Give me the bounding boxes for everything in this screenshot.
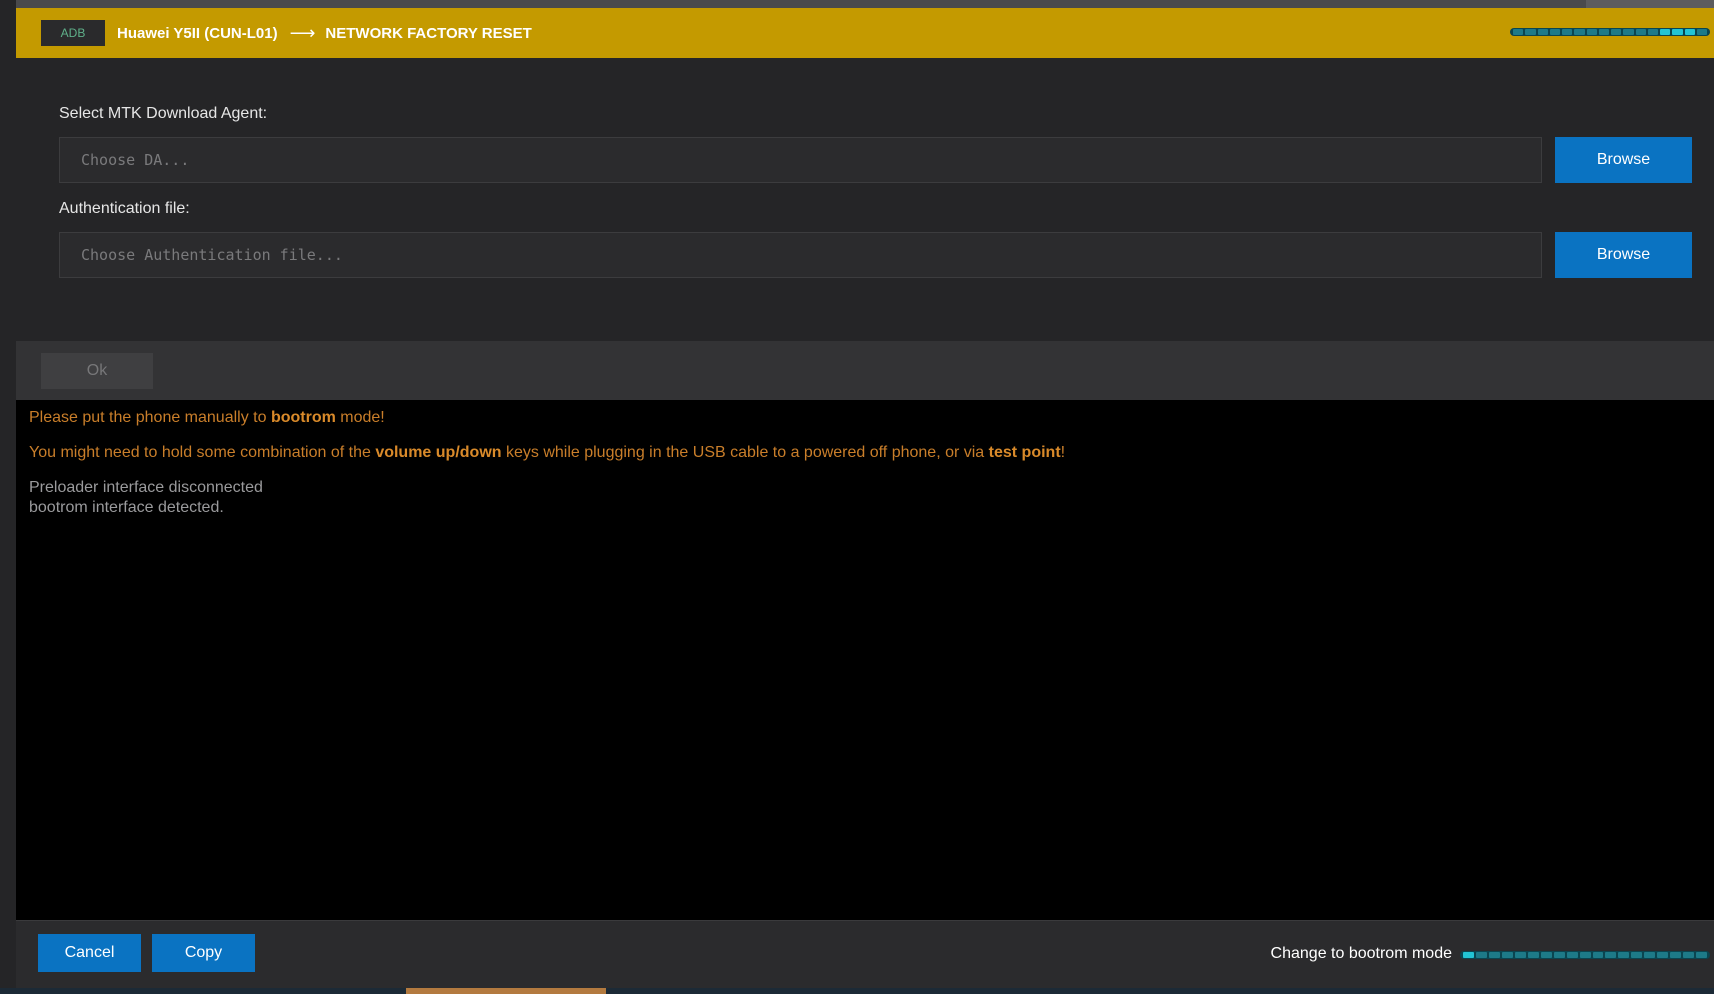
progress-segment [1618, 952, 1630, 958]
progress-segment [1635, 29, 1646, 35]
log-console: Please put the phone manually to bootrom… [16, 400, 1714, 920]
progress-segment [1660, 29, 1671, 35]
progress-segment [1553, 952, 1565, 958]
log-text: You might need to hold some combination … [29, 444, 376, 461]
log-emphasis: test point [988, 444, 1061, 461]
progress-segment [1537, 29, 1548, 35]
header-progress-indicator [1510, 28, 1710, 36]
bottom-strip [0, 988, 1714, 994]
auth-file-input[interactable] [59, 232, 1542, 278]
top-strip [0, 0, 1714, 8]
progress-segment [1696, 952, 1708, 958]
progress-segment [1631, 952, 1643, 958]
progress-segment [1672, 29, 1683, 35]
log-info-line: bootrom interface detected. [29, 499, 224, 516]
progress-segment [1549, 29, 1560, 35]
log-emphasis: volume up/down [375, 444, 502, 461]
log-warning-line: You might need to hold some combination … [29, 443, 1701, 463]
progress-segment [1475, 952, 1487, 958]
browse-auth-button[interactable]: Browse [1555, 232, 1692, 278]
progress-segment [1657, 952, 1669, 958]
log-text: keys while plugging in the USB cable to … [501, 444, 989, 461]
device-name: Huawei Y5II (CUN-L01) [117, 24, 278, 42]
footer-progress-indicator [1460, 951, 1710, 959]
progress-segment [1463, 952, 1474, 958]
progress-segment [1598, 29, 1609, 35]
operation-title: NETWORK FACTORY RESET [325, 24, 532, 42]
app-window: ADB Huawei Y5II (CUN-L01) ⟶ NETWORK FACT… [0, 0, 1714, 994]
progress-segment [1513, 29, 1524, 35]
progress-segment [1579, 952, 1591, 958]
progress-segment [1683, 952, 1695, 958]
cancel-button[interactable]: Cancel [38, 934, 141, 972]
ok-bar: Ok [16, 341, 1714, 400]
auth-label: Authentication file: [59, 200, 190, 217]
log-text: ! [1060, 444, 1066, 461]
da-file-input[interactable] [59, 137, 1542, 183]
progress-segment [1605, 952, 1617, 958]
progress-segment [1684, 29, 1695, 35]
progress-segment [1501, 952, 1513, 958]
da-label: Select MTK Download Agent: [59, 105, 268, 122]
progress-segment [1527, 952, 1539, 958]
progress-segment [1566, 952, 1578, 958]
progress-segment [1644, 952, 1656, 958]
copy-button[interactable]: Copy [152, 934, 255, 972]
browse-da-button[interactable]: Browse [1555, 137, 1692, 183]
progress-segment [1647, 29, 1658, 35]
progress-segment [1696, 29, 1707, 35]
ok-button[interactable]: Ok [41, 353, 153, 389]
progress-segment [1586, 29, 1597, 35]
left-gutter [0, 0, 16, 994]
progress-segment [1562, 29, 1573, 35]
log-text: Please put the phone manually to [29, 409, 271, 426]
progress-segment [1525, 29, 1536, 35]
dialog-header: ADB Huawei Y5II (CUN-L01) ⟶ NETWORK FACT… [16, 8, 1714, 58]
progress-segment [1514, 952, 1526, 958]
progress-segment [1540, 952, 1552, 958]
progress-segment [1574, 29, 1585, 35]
progress-segment [1592, 952, 1604, 958]
bottom-strip-segment [406, 988, 606, 994]
connection-badge: ADB [41, 20, 105, 46]
log-info-line: Preloader interface disconnected [29, 479, 263, 496]
arrow-right-icon: ⟶ [289, 22, 316, 44]
status-text: Change to bootrom mode [1270, 945, 1452, 962]
file-selection-form: Select MTK Download Agent: Browse Authen… [16, 58, 1714, 341]
progress-segment [1611, 29, 1622, 35]
log-emphasis: bootrom [270, 409, 336, 426]
progress-segment [1623, 29, 1634, 35]
log-text: mode! [335, 409, 385, 426]
dialog-footer: Cancel Copy Change to bootrom mode [16, 920, 1714, 988]
top-strip-segment [1586, 0, 1714, 8]
log-warning-line: Please put the phone manually to bootrom… [29, 408, 1701, 428]
progress-segment [1670, 952, 1682, 958]
progress-segment [1488, 952, 1500, 958]
reset-dialog: ADB Huawei Y5II (CUN-L01) ⟶ NETWORK FACT… [16, 8, 1714, 988]
